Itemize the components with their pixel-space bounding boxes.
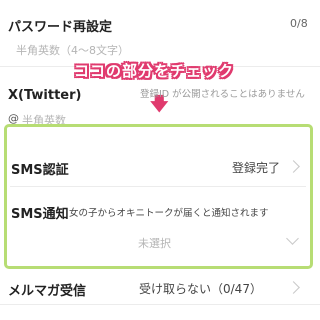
password-input[interactable]: 半角英数（4〜8文字）: [16, 42, 296, 62]
sms-notify-description: 女の子からオキニトークが届くと通知されます: [69, 208, 269, 219]
divider: [10, 186, 306, 187]
password-counter: 0/8: [290, 17, 308, 30]
sms-auth-label: SMS認証: [11, 163, 69, 178]
mail-magazine-label: メルマガ受信: [8, 284, 87, 299]
chevron-down-icon: [286, 232, 299, 245]
annotation-check-here: ココの部分をチェック: [74, 62, 235, 80]
sms-auth-status[interactable]: 登録完了: [232, 159, 280, 176]
select-placeholder: 未選択: [138, 237, 171, 250]
sms-notify-label: SMS通知: [11, 207, 69, 222]
divider: [0, 304, 320, 305]
chevron-right-icon[interactable]: [287, 281, 300, 294]
password-reset-label: パスワード再設定: [8, 20, 113, 35]
sms-notify-select[interactable]: 未選択: [130, 230, 308, 254]
twitter-label: X(Twitter): [8, 88, 82, 103]
twitter-note: 登録ID が公開されることはありません: [140, 89, 305, 100]
mail-magazine-value[interactable]: 受け取らない（0/47）: [139, 280, 262, 297]
